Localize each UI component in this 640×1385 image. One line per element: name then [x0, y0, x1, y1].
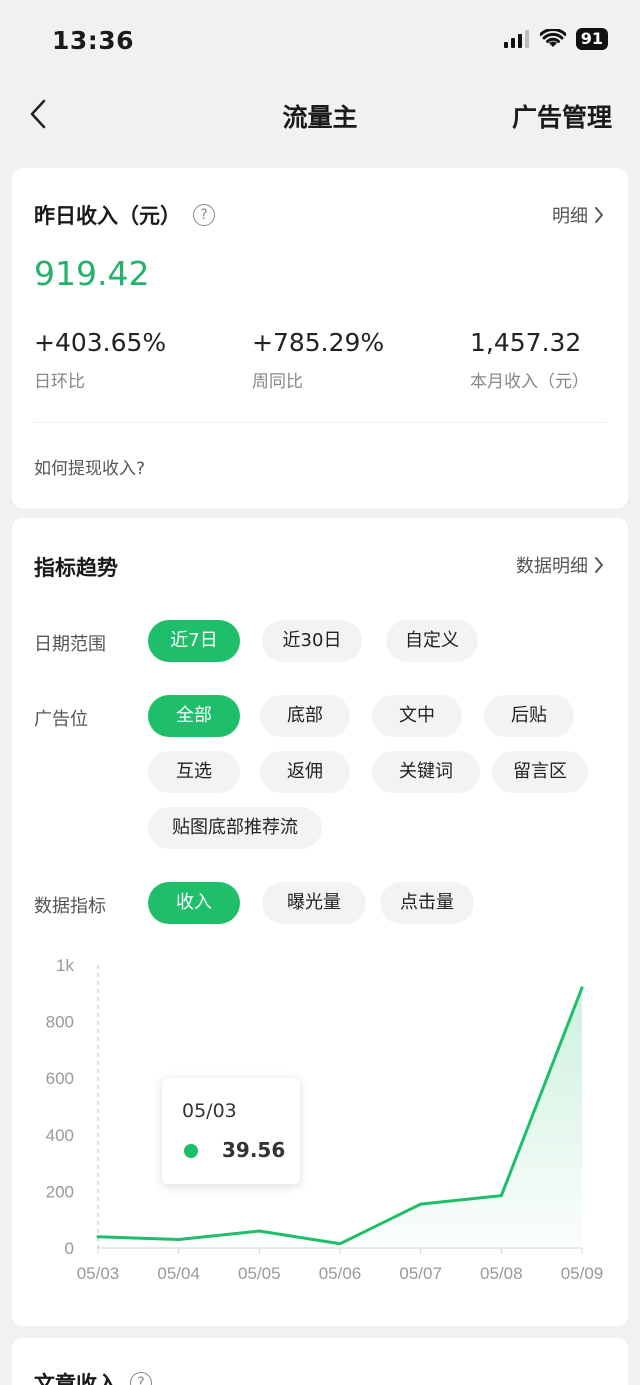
- y-tick-label: 800: [46, 1013, 74, 1032]
- chip-metric-income[interactable]: 收入: [148, 882, 240, 924]
- chip-last-30-days[interactable]: 近30日: [262, 620, 362, 662]
- chip-ad-mutual-select[interactable]: 互选: [148, 751, 240, 793]
- trend-header: 指标趋势: [34, 552, 118, 582]
- metric-label: 本月收入（元）: [470, 372, 589, 392]
- y-tick-label: 400: [46, 1126, 74, 1145]
- divider: [34, 422, 606, 423]
- date-range-label: 日期范围: [34, 634, 106, 655]
- metric-label: 周同比: [252, 372, 303, 392]
- status-bar: 13:36 91: [0, 0, 640, 80]
- metric-label: 日环比: [34, 372, 85, 392]
- x-tick-label: 05/09: [561, 1264, 604, 1283]
- y-tick-label: 600: [46, 1069, 74, 1088]
- trend-card: 指标趋势 数据明细 日期范围 近7日 近30日 自定义 广告位 全部 底部 文中…: [12, 518, 628, 1326]
- tooltip-date: 05/03: [182, 1100, 237, 1122]
- chip-ad-comments[interactable]: 留言区: [492, 751, 588, 793]
- nav-bar: 流量主 广告管理: [0, 80, 640, 152]
- chip-ad-post-roll[interactable]: 后贴: [484, 695, 574, 737]
- chip-ad-in-article[interactable]: 文中: [372, 695, 462, 737]
- ad-management-button[interactable]: 广告管理: [512, 98, 612, 134]
- status-time: 13:36: [52, 26, 135, 55]
- chip-ad-image-bottom-feed[interactable]: 贴图底部推荐流: [148, 807, 322, 849]
- chevron-right-icon: [595, 557, 603, 573]
- battery-indicator: 91: [575, 28, 608, 50]
- x-tick-label: 05/08: [480, 1264, 523, 1283]
- income-detail-label: 明细: [552, 206, 588, 227]
- income-title: 昨日收入（元）: [34, 204, 181, 228]
- metric-filter-label: 数据指标: [34, 896, 106, 917]
- metric-month-income: 1,457.32 本月收入（元）: [470, 328, 589, 392]
- tooltip-value: 39.56: [222, 1138, 286, 1162]
- wifi-icon: [539, 29, 566, 47]
- x-tick-label: 05/06: [319, 1264, 362, 1283]
- chip-ad-keyword[interactable]: 关键词: [372, 751, 480, 793]
- withdraw-help-link[interactable]: 如何提现收入?: [34, 454, 145, 479]
- chip-last-7-days[interactable]: 近7日: [148, 620, 240, 662]
- tooltip-series-dot: [184, 1144, 198, 1158]
- ad-position-label: 广告位: [34, 709, 88, 730]
- article-income-header: 文章收入 ?: [34, 1368, 152, 1385]
- chip-metric-impressions[interactable]: 曝光量: [262, 882, 366, 924]
- trend-detail-link[interactable]: 数据明细: [516, 552, 604, 578]
- chip-ad-commission[interactable]: 返佣: [260, 751, 350, 793]
- article-income-card: 文章收入 ?: [12, 1338, 628, 1385]
- chevron-right-icon: [595, 207, 603, 223]
- status-icons: 91: [503, 28, 608, 50]
- data-point: [96, 1235, 100, 1239]
- data-point: [338, 1242, 342, 1246]
- x-tick-label: 05/05: [238, 1264, 281, 1283]
- income-trend-chart[interactable]: 0 200 400 600 800 1k 05/03 05/04 05/05 05/06 05/07…: [12, 946, 628, 1316]
- signal-icon: [503, 30, 529, 48]
- metric-value: 1,457.32: [470, 328, 582, 357]
- help-icon[interactable]: ?: [130, 1372, 152, 1385]
- y-tick-label: 1k: [56, 956, 74, 975]
- income-detail-link[interactable]: 明细: [552, 202, 604, 228]
- income-trend-chart-svg: 0 200 400 600 800 1k 05/03 05/04 05/05 05/06 05/07…: [46, 956, 604, 1283]
- chip-ad-bottom[interactable]: 底部: [260, 695, 350, 737]
- trend-detail-label: 数据明细: [516, 556, 588, 577]
- data-point: [419, 1202, 423, 1206]
- y-tick-label: 200: [46, 1182, 74, 1201]
- income-header: 昨日收入（元） ?: [34, 200, 215, 230]
- data-point: [580, 986, 584, 990]
- data-point: [257, 1229, 261, 1233]
- data-point: [177, 1238, 181, 1242]
- x-tick-label: 05/07: [399, 1264, 442, 1283]
- x-tick-label: 05/03: [77, 1264, 120, 1283]
- y-tick-label: 0: [65, 1239, 74, 1258]
- chip-ad-all[interactable]: 全部: [148, 695, 240, 737]
- chip-custom-range[interactable]: 自定义: [386, 620, 478, 662]
- trend-title: 指标趋势: [34, 556, 118, 580]
- x-tick-label: 05/04: [157, 1264, 200, 1283]
- metric-week-over-week: +785.29% 周同比: [252, 328, 384, 392]
- help-icon[interactable]: ?: [193, 204, 215, 226]
- metric-value: +785.29%: [252, 328, 385, 357]
- metric-value: +403.65%: [34, 328, 167, 357]
- income-card: 昨日收入（元） ? 明细 919.42 +403.65% 日环比 +785.29…: [12, 168, 628, 508]
- yesterday-income-value: 919.42: [34, 254, 150, 293]
- article-income-title: 文章收入: [34, 1372, 118, 1385]
- data-point: [499, 1194, 503, 1198]
- chart-tooltip: 05/03 39.56: [162, 1078, 300, 1184]
- metric-day-over-day: +403.65% 日环比: [34, 328, 166, 392]
- chip-metric-clicks[interactable]: 点击量: [380, 882, 474, 924]
